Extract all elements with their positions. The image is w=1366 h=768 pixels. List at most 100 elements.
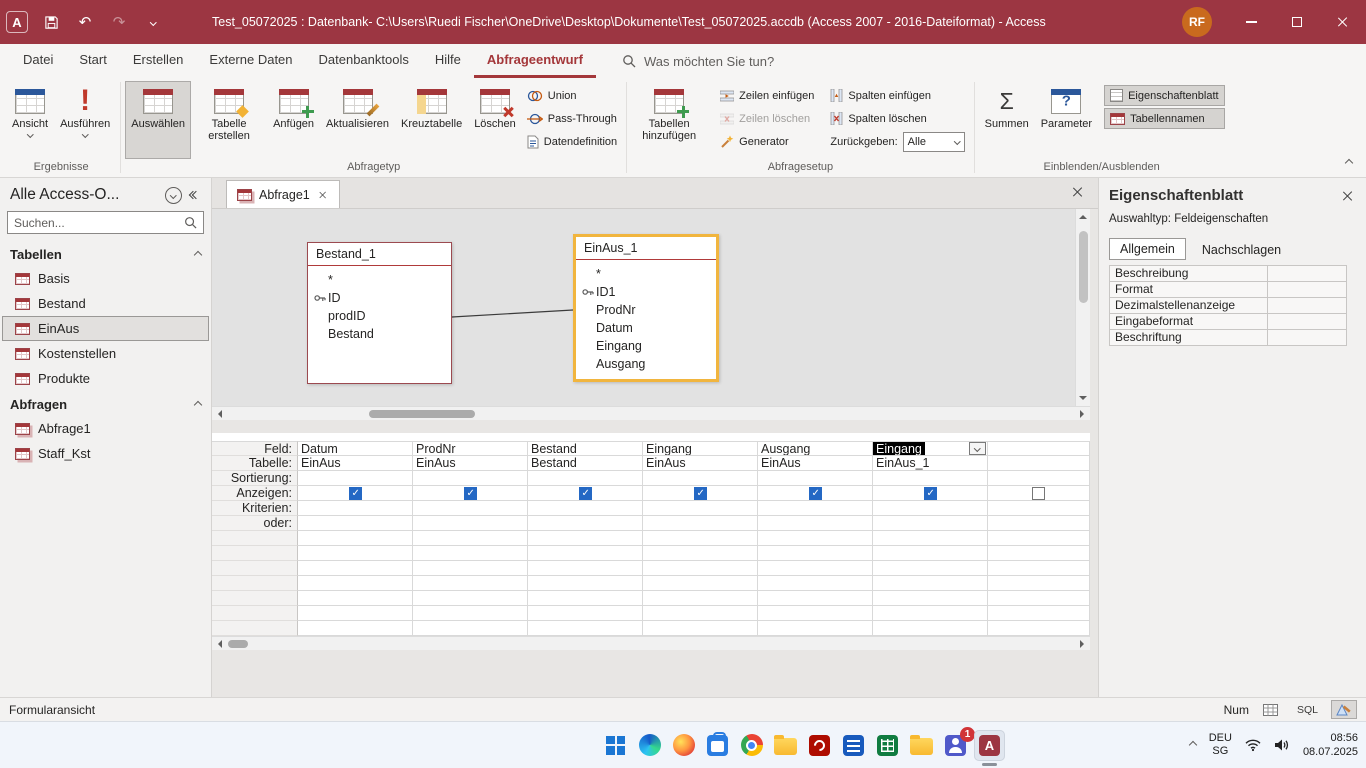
tab-allgemein[interactable]: Allgemein bbox=[1109, 238, 1186, 260]
grid-cell[interactable]: EinAus bbox=[643, 456, 758, 471]
tab-erstellen[interactable]: Erstellen bbox=[120, 44, 197, 78]
parameter-button[interactable]: ? Parameter bbox=[1035, 81, 1098, 159]
grid-cell[interactable] bbox=[643, 501, 758, 516]
sql-view-button[interactable]: SQL bbox=[1293, 700, 1322, 719]
grid-cell[interactable]: Bestand bbox=[528, 441, 643, 456]
taskbar-folder[interactable] bbox=[906, 730, 937, 761]
field-row[interactable]: ID1 bbox=[582, 283, 710, 301]
grid-cell[interactable] bbox=[298, 516, 413, 531]
ansicht-button[interactable]: Ansicht bbox=[6, 81, 54, 159]
search-input[interactable] bbox=[643, 53, 824, 69]
scroll-left-arrow[interactable] bbox=[214, 639, 222, 648]
show-checkbox[interactable] bbox=[693, 486, 707, 500]
grid-cell[interactable] bbox=[758, 471, 873, 486]
nav-section-abfragen[interactable]: Abfragen bbox=[0, 391, 211, 416]
scroll-left-arrow[interactable] bbox=[214, 409, 222, 418]
nav-pane-menu-button[interactable] bbox=[165, 186, 182, 204]
grid-cell[interactable] bbox=[643, 516, 758, 531]
grid-cell[interactable] bbox=[988, 501, 1090, 516]
summen-button[interactable]: Σ Summen bbox=[979, 81, 1035, 159]
taskbar-edge[interactable] bbox=[634, 730, 665, 761]
grid-cell[interactable] bbox=[758, 486, 873, 501]
property-value[interactable] bbox=[1268, 282, 1347, 298]
grid-cell[interactable]: Datum bbox=[298, 441, 413, 456]
field-row[interactable]: ProdNr bbox=[582, 301, 710, 319]
taskbar-acrobat[interactable] bbox=[804, 730, 835, 761]
sidebar-item-kostenstellen[interactable]: Kostenstellen bbox=[2, 341, 209, 366]
tab-datei[interactable]: Datei bbox=[10, 44, 66, 78]
tabellennamen-button[interactable]: Tabellennamen bbox=[1104, 108, 1225, 129]
document-close-button[interactable] bbox=[1072, 186, 1084, 198]
grid-cell[interactable] bbox=[298, 501, 413, 516]
grid-cell[interactable]: EinAus bbox=[298, 456, 413, 471]
tab-externe-daten[interactable]: Externe Daten bbox=[196, 44, 305, 78]
grid-cell[interactable] bbox=[528, 516, 643, 531]
query-design-surface[interactable]: Bestand_1 * ID prodID Bestand EinAus_1 *… bbox=[212, 209, 1090, 406]
grid-cell[interactable] bbox=[298, 486, 413, 501]
field-row[interactable]: * bbox=[582, 265, 710, 283]
taskbar-store[interactable] bbox=[702, 730, 733, 761]
design-vertical-scrollbar[interactable] bbox=[1075, 209, 1090, 406]
close-button[interactable] bbox=[1320, 0, 1366, 44]
show-checkbox[interactable] bbox=[348, 486, 362, 500]
field-row[interactable]: Bestand bbox=[314, 325, 445, 343]
tray-overflow-chevron[interactable] bbox=[1188, 740, 1197, 750]
minimize-button[interactable] bbox=[1228, 0, 1274, 44]
grid-cell[interactable] bbox=[528, 471, 643, 486]
sidebar-item-produkte[interactable]: Produkte bbox=[2, 366, 209, 391]
nav-section-tabellen[interactable]: Tabellen bbox=[0, 241, 211, 266]
tabellen-hinzufuegen-button[interactable]: Tabellen hinzufügen bbox=[631, 81, 707, 159]
sidebar-item-einaus[interactable]: EinAus bbox=[2, 316, 209, 341]
redo-button[interactable]: ↷ bbox=[102, 0, 136, 44]
scrollbar-thumb[interactable] bbox=[228, 639, 248, 648]
grid-cell[interactable] bbox=[988, 486, 1090, 501]
grid-cell[interactable]: Ausgang bbox=[758, 441, 873, 456]
design-horizontal-scrollbar[interactable] bbox=[212, 406, 1090, 420]
datendefinition-button[interactable]: Datendefinition bbox=[522, 131, 622, 152]
field-list-einaus-1[interactable]: EinAus_1 * ID1 ProdNr Datum Eingang Ausg… bbox=[573, 234, 719, 382]
field-row[interactable]: prodID bbox=[314, 307, 445, 325]
generator-button[interactable]: Generator bbox=[715, 131, 819, 152]
tab-start[interactable]: Start bbox=[66, 44, 119, 78]
field-list-title[interactable]: EinAus_1 bbox=[576, 237, 716, 260]
grid-cell[interactable] bbox=[873, 501, 988, 516]
field-row[interactable]: Ausgang bbox=[582, 355, 710, 373]
grid-cell[interactable] bbox=[413, 501, 528, 516]
grid-cell-selected[interactable]: Eingang bbox=[873, 441, 988, 456]
grid-cell[interactable]: Bestand bbox=[528, 456, 643, 471]
design-grid-splitter[interactable] bbox=[212, 420, 1098, 433]
field-dropdown-button[interactable] bbox=[969, 442, 986, 455]
tab-nachschlagen[interactable]: Nachschlagen bbox=[1192, 240, 1291, 260]
grid-cell[interactable] bbox=[758, 501, 873, 516]
taskbar-file-explorer[interactable] bbox=[770, 730, 801, 761]
grid-cell[interactable] bbox=[528, 501, 643, 516]
taskbar-access[interactable]: A bbox=[974, 729, 1005, 766]
sidebar-item-basis[interactable]: Basis bbox=[2, 266, 209, 291]
pass-through-button[interactable]: Pass-Through bbox=[522, 108, 622, 129]
union-button[interactable]: Union bbox=[522, 85, 622, 106]
volume-icon[interactable] bbox=[1274, 738, 1290, 752]
grid-cell[interactable] bbox=[298, 471, 413, 486]
collapse-ribbon-button[interactable] bbox=[1344, 155, 1354, 169]
grid-cell[interactable] bbox=[413, 486, 528, 501]
taskbar-chrome[interactable] bbox=[736, 730, 767, 761]
nav-pane-collapse-button[interactable] bbox=[188, 190, 201, 200]
nav-search-box[interactable] bbox=[7, 211, 204, 234]
field-row[interactable]: ID bbox=[314, 289, 445, 307]
grid-cell[interactable]: Eingang bbox=[643, 441, 758, 456]
sidebar-item-staff-kst[interactable]: Staff_Kst bbox=[2, 441, 209, 466]
grid-cell[interactable]: EinAus bbox=[413, 456, 528, 471]
grid-cell[interactable] bbox=[643, 471, 758, 486]
show-checkbox[interactable] bbox=[1032, 486, 1045, 500]
maximize-button[interactable] bbox=[1274, 0, 1320, 44]
grid-cell[interactable]: EinAus bbox=[758, 456, 873, 471]
field-list-bestand-1[interactable]: Bestand_1 * ID prodID Bestand bbox=[307, 242, 452, 384]
undo-button[interactable]: ↶ bbox=[68, 0, 102, 44]
tell-me-search[interactable] bbox=[622, 44, 824, 78]
field-row[interactable]: Eingang bbox=[582, 337, 710, 355]
grid-cell[interactable] bbox=[988, 471, 1090, 486]
grid-cell[interactable] bbox=[413, 471, 528, 486]
kreuztabelle-button[interactable]: Kreuztabelle bbox=[395, 81, 468, 159]
taskbar-teams[interactable]: 1 bbox=[940, 726, 975, 761]
zurueckgeben-dropdown[interactable]: Alle bbox=[902, 131, 965, 152]
